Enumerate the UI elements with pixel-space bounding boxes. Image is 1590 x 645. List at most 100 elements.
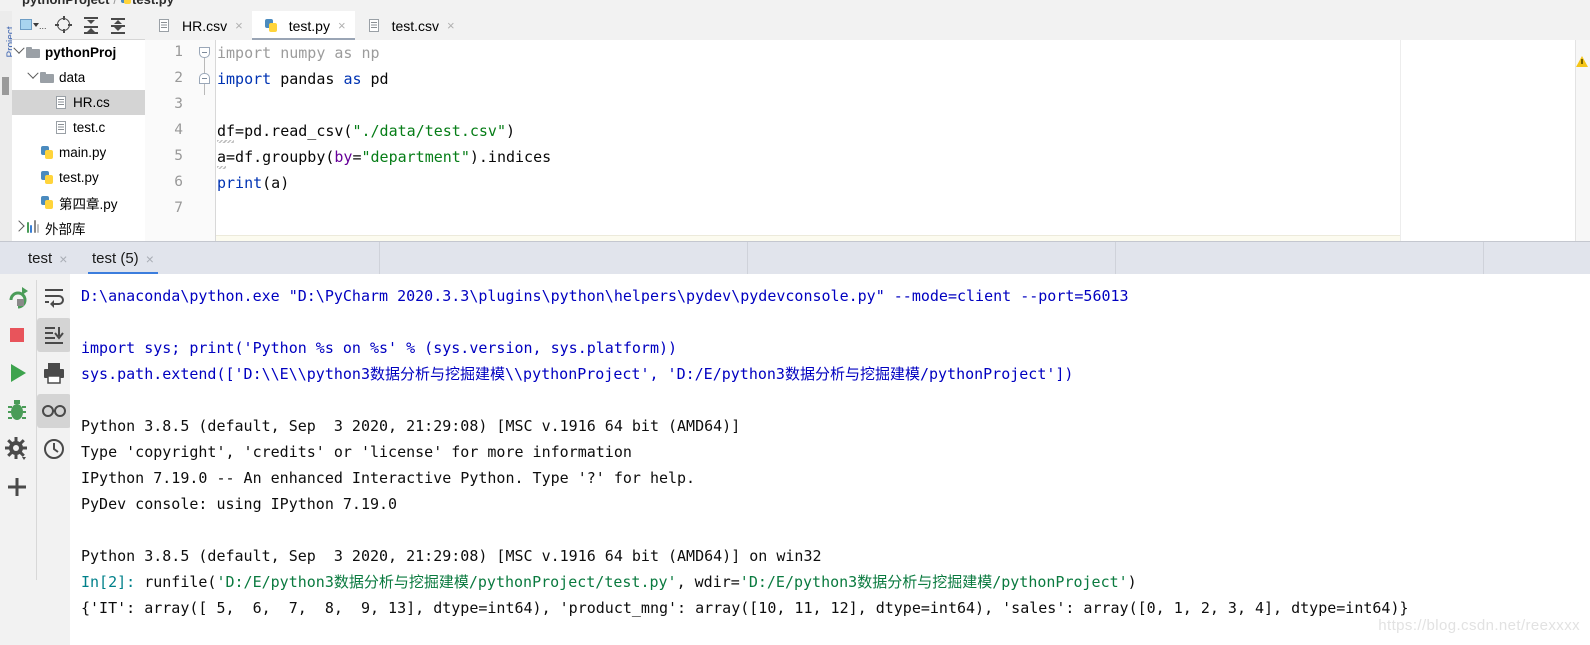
tree-item-label: 外部库	[45, 221, 86, 237]
console-string: 'D:/E/python3数据分析与挖掘建模/pythonProject'	[739, 573, 1128, 591]
python-file-icon	[39, 195, 56, 210]
editor-tab-test-py[interactable]: test.py ×	[251, 11, 355, 40]
console-output[interactable]: D:\anaconda\python.exe "D:\PyCharm 2020.…	[70, 274, 1590, 645]
tree-item-6[interactable]: 第四章.py	[12, 190, 145, 215]
project-tool-window: ... pythonProj data HR.cs test.c main.py…	[12, 11, 146, 241]
tree-item-5[interactable]: test.py	[12, 165, 145, 190]
tree-item-2[interactable]: HR.cs	[12, 90, 145, 115]
fold-marker-icon[interactable]	[199, 47, 210, 58]
code-token: ).indices	[469, 148, 552, 166]
code-token: "./data/test.csv"	[352, 122, 506, 140]
console-line: PyDev console: using IPython 7.19.0	[81, 495, 398, 513]
editor-body[interactable]: 1 2 3 4 5 6 7 import numpy as np import pandas …	[145, 40, 1590, 241]
console-input-line: In[2]: runfile('D:/E/python3数据分析与挖掘建模/py…	[81, 570, 1137, 596]
python-file-icon	[39, 145, 56, 160]
code-token: pandas	[271, 70, 344, 88]
editor-tab-label: test.csv	[391, 17, 440, 34]
editor-markup-gutter[interactable]	[1575, 40, 1590, 241]
tree-item-label: data	[59, 70, 86, 85]
line-number: 4	[174, 122, 183, 138]
code-folding-gutter[interactable]	[195, 40, 216, 241]
glasses-icon[interactable]	[37, 394, 71, 428]
collapse-all-icon[interactable]	[109, 16, 127, 34]
editor-tab-label: HR.csv	[182, 17, 228, 34]
console-tab-test-5[interactable]: test (5) ×	[88, 242, 158, 275]
scroll-to-end-icon[interactable]	[37, 318, 71, 352]
code-token: "department"	[361, 148, 470, 166]
stop-icon[interactable]	[0, 318, 34, 352]
tree-item-1[interactable]: data	[12, 65, 145, 90]
console-line: sys.path.extend(['D:\\E\\python3数据分析与挖掘建…	[81, 365, 1074, 383]
history-clock-icon[interactable]	[37, 432, 71, 466]
tree-item-label: test.c	[73, 120, 106, 135]
line-number-gutter: 1 2 3 4 5 6 7	[145, 40, 195, 241]
close-icon[interactable]: ×	[59, 251, 67, 267]
debug-icon[interactable]	[0, 394, 34, 428]
project-toolbar: ...	[12, 11, 145, 40]
console-text: , wdir=	[676, 573, 740, 591]
tree-item-7[interactable]: 外部库	[12, 215, 145, 240]
tree-item-4[interactable]: main.py	[12, 140, 145, 165]
close-icon[interactable]: ×	[235, 19, 243, 32]
print-icon[interactable]	[37, 356, 71, 390]
code-line: a=df.groupby(by="department").indices	[217, 144, 551, 170]
code-content[interactable]: import numpy as np import pandas as pd df=…	[217, 40, 1417, 241]
csv-file-icon	[366, 18, 383, 33]
watermark: https://blog.csdn.net/reexxxx	[1378, 617, 1580, 635]
rerun-icon[interactable]	[0, 280, 34, 314]
soft-wrap-icon[interactable]	[37, 280, 71, 314]
console-result-line: {'IT': array([ 5, 6, 7, 8, 9, 13], dtype…	[81, 599, 1409, 617]
python-file-icon	[121, 0, 132, 5]
line-number: 2	[174, 70, 183, 86]
editor-tab-HR-csv[interactable]: HR.csv ×	[145, 11, 252, 40]
code-token: (a)	[262, 174, 290, 192]
code-token: import	[217, 70, 272, 88]
project-view-selector[interactable]: ...	[20, 16, 47, 34]
close-icon[interactable]: ×	[146, 251, 154, 267]
close-icon[interactable]: ×	[447, 19, 455, 32]
code-token: as	[343, 70, 362, 88]
console-tab-test[interactable]: test ×	[24, 242, 71, 275]
add-icon[interactable]	[0, 470, 34, 504]
chevron-down-icon[interactable]	[26, 67, 39, 83]
code-line: import numpy as np	[217, 40, 380, 66]
project-tree[interactable]: pythonProj data HR.cs test.c main.py test.py 第…	[12, 40, 145, 241]
breadcrumb-project[interactable]: pythonProject	[22, 0, 109, 7]
csv-file-icon	[53, 120, 70, 135]
close-icon[interactable]: ×	[338, 19, 346, 32]
console-side-toolbar	[0, 274, 71, 645]
ipython-prompt: In[2]:	[81, 573, 136, 591]
breadcrumb-separator: /	[113, 0, 117, 7]
console-string: 'D:/E/python3数据分析与挖掘建模/pythonProject/tes…	[216, 573, 677, 591]
tree-item-label: 第四章.py	[59, 196, 118, 212]
console-text: runfile(	[135, 573, 217, 591]
fold-marker-icon[interactable]	[199, 73, 210, 84]
tree-item-0[interactable]: pythonProj	[12, 40, 145, 65]
run-icon[interactable]	[0, 356, 34, 390]
editor-tab-test-csv[interactable]: test.csv ×	[354, 11, 464, 40]
code-line: df=pd.read_csv("./data/test.csv")	[217, 118, 515, 144]
console-tab-label: test	[28, 250, 53, 267]
chevron-down-icon[interactable]	[12, 42, 25, 58]
tree-item-label: pythonProj	[45, 45, 117, 60]
line-number: 1	[174, 44, 183, 60]
breadcrumb-file[interactable]: test.py	[132, 0, 174, 7]
code-token: print	[217, 174, 263, 192]
settings-gear-icon[interactable]	[0, 432, 34, 466]
code-token: df=pd.read_csv(	[217, 122, 353, 140]
line-number: 3	[174, 96, 183, 112]
code-token: =	[352, 148, 362, 166]
chevron-right-icon[interactable]	[12, 220, 25, 233]
code-token: by	[334, 148, 353, 166]
library-icon	[25, 220, 42, 235]
weak-warning-squiggle	[217, 140, 234, 143]
tree-item-3[interactable]: test.c	[12, 115, 145, 140]
warning-triangle-icon[interactable]	[1576, 56, 1588, 67]
code-line: print(a)	[217, 170, 289, 196]
locate-icon[interactable]	[55, 16, 73, 34]
csv-file-icon	[156, 18, 173, 33]
expand-all-icon[interactable]	[82, 16, 100, 34]
console-line: IPython 7.19.0 -- An enhanced Interactiv…	[81, 469, 696, 487]
weak-warning-squiggle	[217, 166, 226, 169]
editor-tabbar[interactable]: HR.csv × test.py × test.csv ×	[145, 11, 1590, 41]
